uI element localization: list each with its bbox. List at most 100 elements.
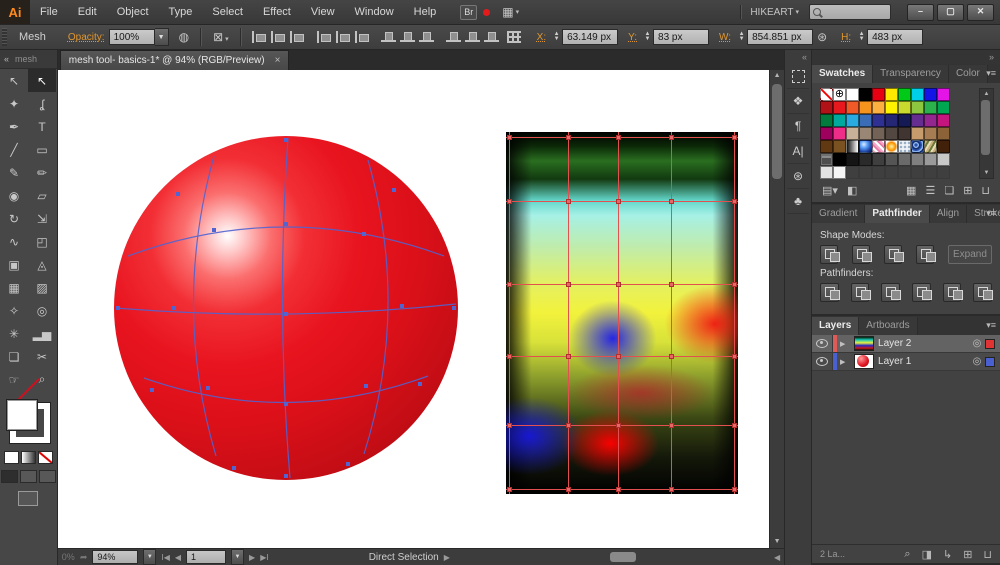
free-transform-tool[interactable]: ◰: [28, 230, 56, 253]
swatch[interactable]: [937, 114, 951, 127]
swatch[interactable]: [872, 153, 886, 166]
registration-swatch[interactable]: ⊕: [833, 88, 847, 101]
swatch[interactable]: [872, 127, 886, 140]
slice-tool[interactable]: ✂: [28, 345, 56, 368]
swatch[interactable]: [924, 114, 938, 127]
mesh-anchor-point[interactable]: [732, 486, 738, 492]
mesh-anchor-point[interactable]: [345, 462, 350, 466]
document-tab[interactable]: mesh tool- basics-1* @ 94% (RGB/Preview)…: [59, 50, 290, 70]
rotate-tool[interactable]: ↻: [0, 207, 28, 230]
mesh-anchor-point[interactable]: [149, 388, 154, 392]
mesh-anchor-point[interactable]: [732, 198, 738, 204]
swatches-scrollbar[interactable]: ▲ ▼: [979, 88, 995, 179]
menu-view[interactable]: View: [301, 0, 345, 24]
swatch[interactable]: [872, 101, 886, 114]
mesh-anchor-point[interactable]: [507, 282, 513, 288]
scroll-down-icon[interactable]: ▼: [980, 168, 993, 178]
swatch[interactable]: [859, 114, 873, 127]
swatch[interactable]: [885, 127, 899, 140]
layer-row[interactable]: ▶ Layer 1 ◎: [812, 353, 1000, 371]
fill-stroke-indicator[interactable]: [6, 399, 52, 444]
select-similar-icon[interactable]: ⊠ ▾: [213, 30, 229, 44]
maximize-button[interactable]: ▢: [937, 3, 964, 21]
swatch[interactable]: [937, 88, 951, 101]
none-swatch[interactable]: [820, 88, 834, 101]
align-bottom-icon[interactable]: [418, 31, 434, 43]
swatch[interactable]: [859, 140, 873, 153]
swatch[interactable]: [898, 153, 912, 166]
none-button[interactable]: [37, 451, 53, 464]
menu-effect[interactable]: Effect: [253, 0, 301, 24]
dock-expand-button[interactable]: «: [802, 50, 811, 64]
swatch-kinds-menu-icon[interactable]: ◧: [847, 184, 857, 197]
swatch[interactable]: [924, 101, 938, 114]
last-artboard-button[interactable]: ▶Ⅰ: [260, 553, 269, 562]
swatch[interactable]: [833, 153, 847, 166]
new-layer-icon[interactable]: ⊞: [963, 548, 972, 561]
draw-normal-button[interactable]: [0, 470, 18, 483]
mesh-anchor-point[interactable]: [616, 354, 622, 360]
panels-collapse-button[interactable]: »: [812, 50, 1000, 64]
mesh-anchor-point[interactable]: [616, 198, 622, 204]
mesh-anchor-point[interactable]: [566, 354, 572, 360]
swatch[interactable]: [924, 127, 938, 140]
layer-selection-indicator[interactable]: [985, 338, 996, 349]
swatch[interactable]: [885, 101, 899, 114]
paragraph-panel-icon[interactable]: ¶: [787, 114, 810, 139]
mesh-anchor-point[interactable]: [566, 198, 572, 204]
type-tool[interactable]: T: [28, 115, 56, 138]
opacity-link[interactable]: Opacity:: [68, 32, 105, 43]
distribute-right-icon[interactable]: [354, 31, 369, 43]
swatch[interactable]: [833, 127, 847, 140]
mesh-anchor-point[interactable]: [616, 282, 622, 288]
swatch[interactable]: [924, 88, 938, 101]
swatch[interactable]: [937, 140, 951, 153]
stepper-icon[interactable]: ▲ ▼: [643, 29, 652, 45]
list-view-icon[interactable]: ☰: [925, 184, 935, 197]
mesh-anchor-point[interactable]: [566, 282, 572, 288]
crop-button[interactable]: [912, 283, 933, 302]
hand-tool[interactable]: ☞: [0, 368, 28, 391]
mesh-anchor-point[interactable]: [451, 306, 456, 310]
pen-tool[interactable]: ✒: [0, 115, 28, 138]
mesh-anchor-point[interactable]: [171, 306, 176, 310]
arrange-documents-button[interactable]: ▦ ▾: [502, 5, 519, 19]
mesh-anchor-point[interactable]: [283, 312, 288, 316]
menu-type[interactable]: Type: [159, 0, 203, 24]
selection-tool[interactable]: ↖: [0, 69, 28, 92]
swatch[interactable]: [911, 101, 925, 114]
eraser-tool[interactable]: ▱: [28, 184, 56, 207]
mesh-anchor-point[interactable]: [616, 423, 622, 429]
swatch[interactable]: [820, 140, 834, 153]
trim-button[interactable]: [850, 283, 871, 302]
swatches-tab-swatches[interactable]: Swatches: [812, 65, 874, 83]
menu-window[interactable]: Window: [345, 0, 404, 24]
swatch[interactable]: [911, 153, 925, 166]
merge-button[interactable]: [881, 283, 902, 302]
zoom-tool[interactable]: ⌕: [28, 368, 56, 391]
w-field[interactable]: 854.851 px: [747, 29, 814, 45]
swatch[interactable]: [820, 114, 834, 127]
expand-button[interactable]: Expand: [947, 245, 993, 264]
artboard-number-field[interactable]: 1: [186, 550, 227, 564]
stepper-icon[interactable]: ▲ ▼: [552, 29, 561, 45]
layers-tab-artboards[interactable]: Artboards: [859, 317, 918, 335]
recolor-artwork-icon[interactable]: ◍: [179, 30, 189, 44]
layer-thumbnail[interactable]: [854, 354, 875, 369]
graphic-styles-panel-icon[interactable]: ♣: [787, 189, 810, 214]
swatch-libraries-menu-icon[interactable]: ▤▾: [822, 184, 838, 197]
artboard-tool[interactable]: ❏: [0, 345, 28, 368]
tools-collapse-button[interactable]: «: [4, 54, 9, 64]
swatch[interactable]: [885, 114, 899, 127]
unite-button[interactable]: [820, 245, 841, 264]
mesh-anchor-point[interactable]: [283, 474, 288, 478]
align-right-icon[interactable]: [289, 31, 304, 43]
color-button[interactable]: [3, 451, 19, 464]
swatch[interactable]: [911, 127, 925, 140]
scroll-up-icon[interactable]: ▲: [770, 70, 784, 82]
delete-swatch-icon[interactable]: ⊔: [981, 184, 990, 197]
y-field[interactable]: 83 px: [653, 29, 710, 45]
mesh-anchor-point[interactable]: [417, 382, 422, 386]
red-mesh-sphere[interactable]: [113, 136, 458, 480]
align-middle-icon[interactable]: [399, 31, 415, 43]
